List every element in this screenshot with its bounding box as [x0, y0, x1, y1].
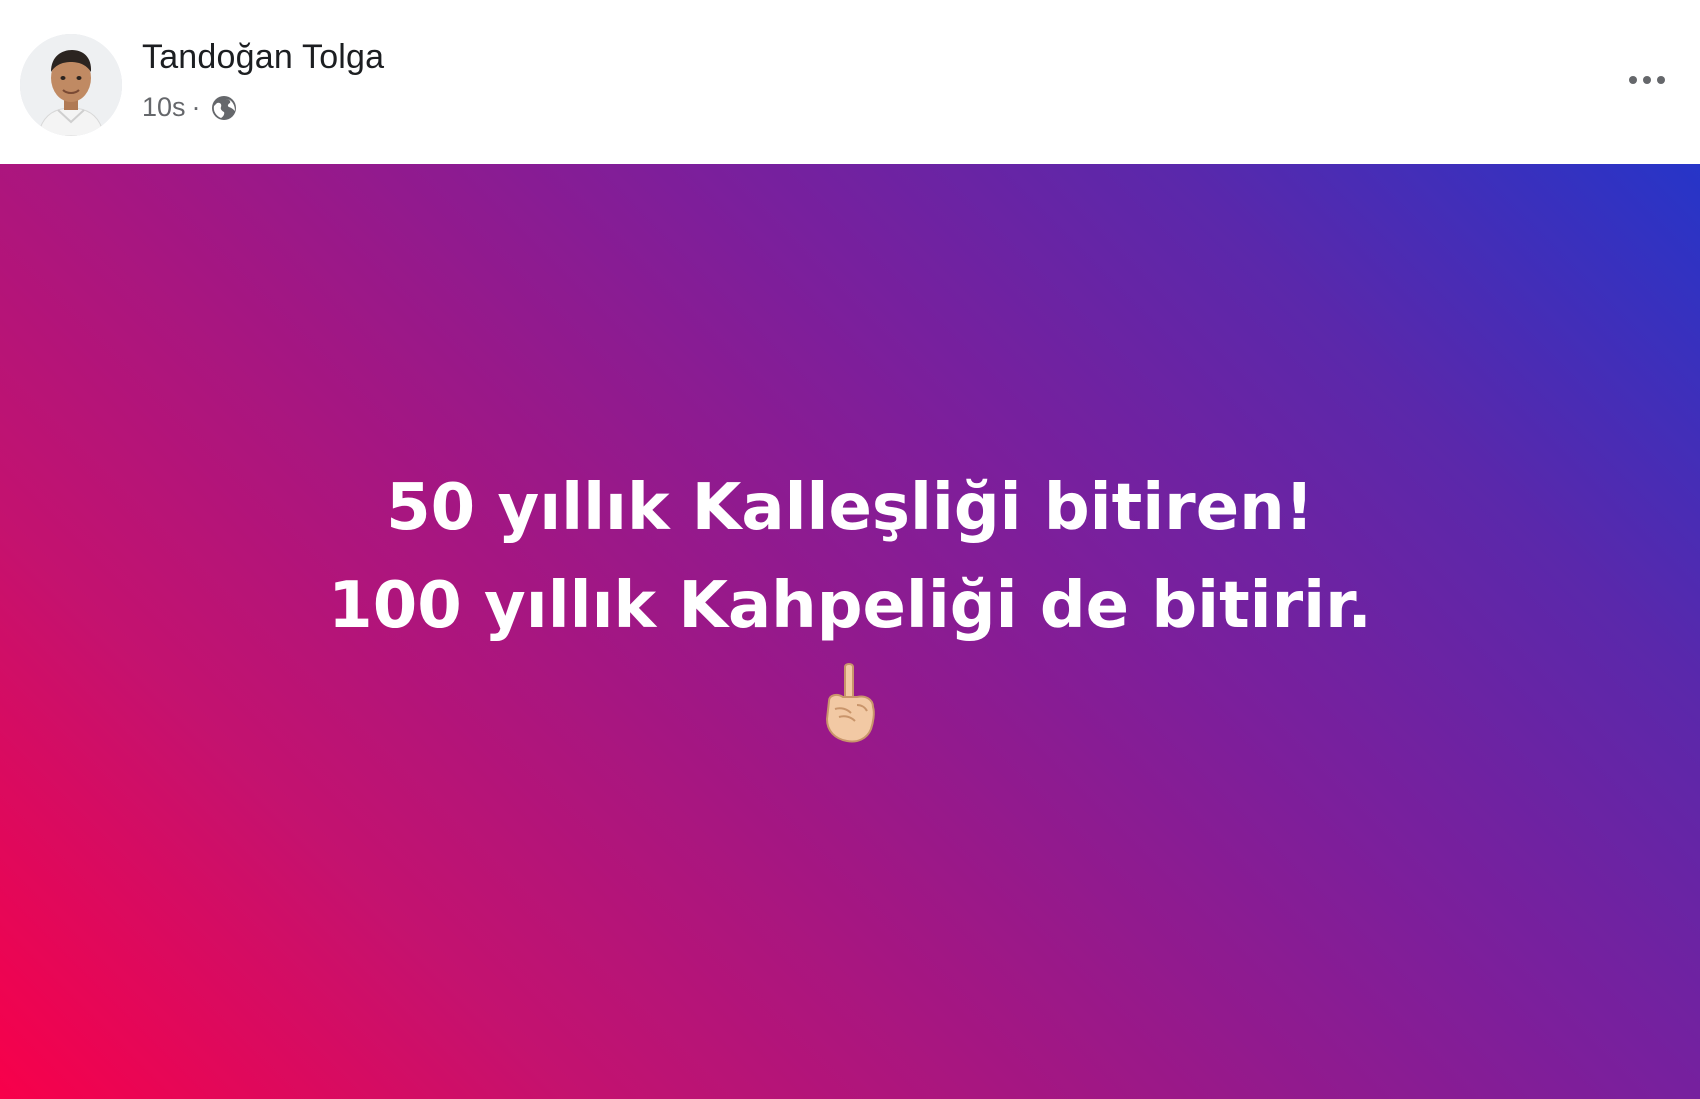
profile-photo — [20, 34, 122, 136]
post-background: 50 yıllık Kalleşliği bitiren! 100 yıllık… — [0, 164, 1700, 1099]
author-name[interactable]: Tandoğan Tolga — [142, 38, 384, 77]
post-timestamp[interactable]: 10s — [142, 92, 186, 123]
avatar[interactable] — [20, 34, 122, 136]
meta-separator: · — [191, 92, 201, 122]
post-header: Tandoğan Tolga 10s · — [0, 0, 1700, 164]
post-meta: 10s · — [142, 92, 239, 123]
post-line-1: 50 yıllık Kalleşliği bitiren! — [386, 470, 1314, 545]
pointing-up-hand-icon — [825, 662, 875, 742]
more-options-icon[interactable] — [1616, 60, 1678, 100]
facebook-post: Tandoğan Tolga 10s · 50 yıllık Kalleşliğ… — [0, 0, 1700, 1099]
globe-icon[interactable] — [209, 93, 239, 123]
post-text: 50 yıllık Kalleşliği bitiren! 100 yıllık… — [328, 459, 1372, 655]
post-line-2: 100 yıllık Kahpeliği de bitirir. — [328, 568, 1372, 643]
